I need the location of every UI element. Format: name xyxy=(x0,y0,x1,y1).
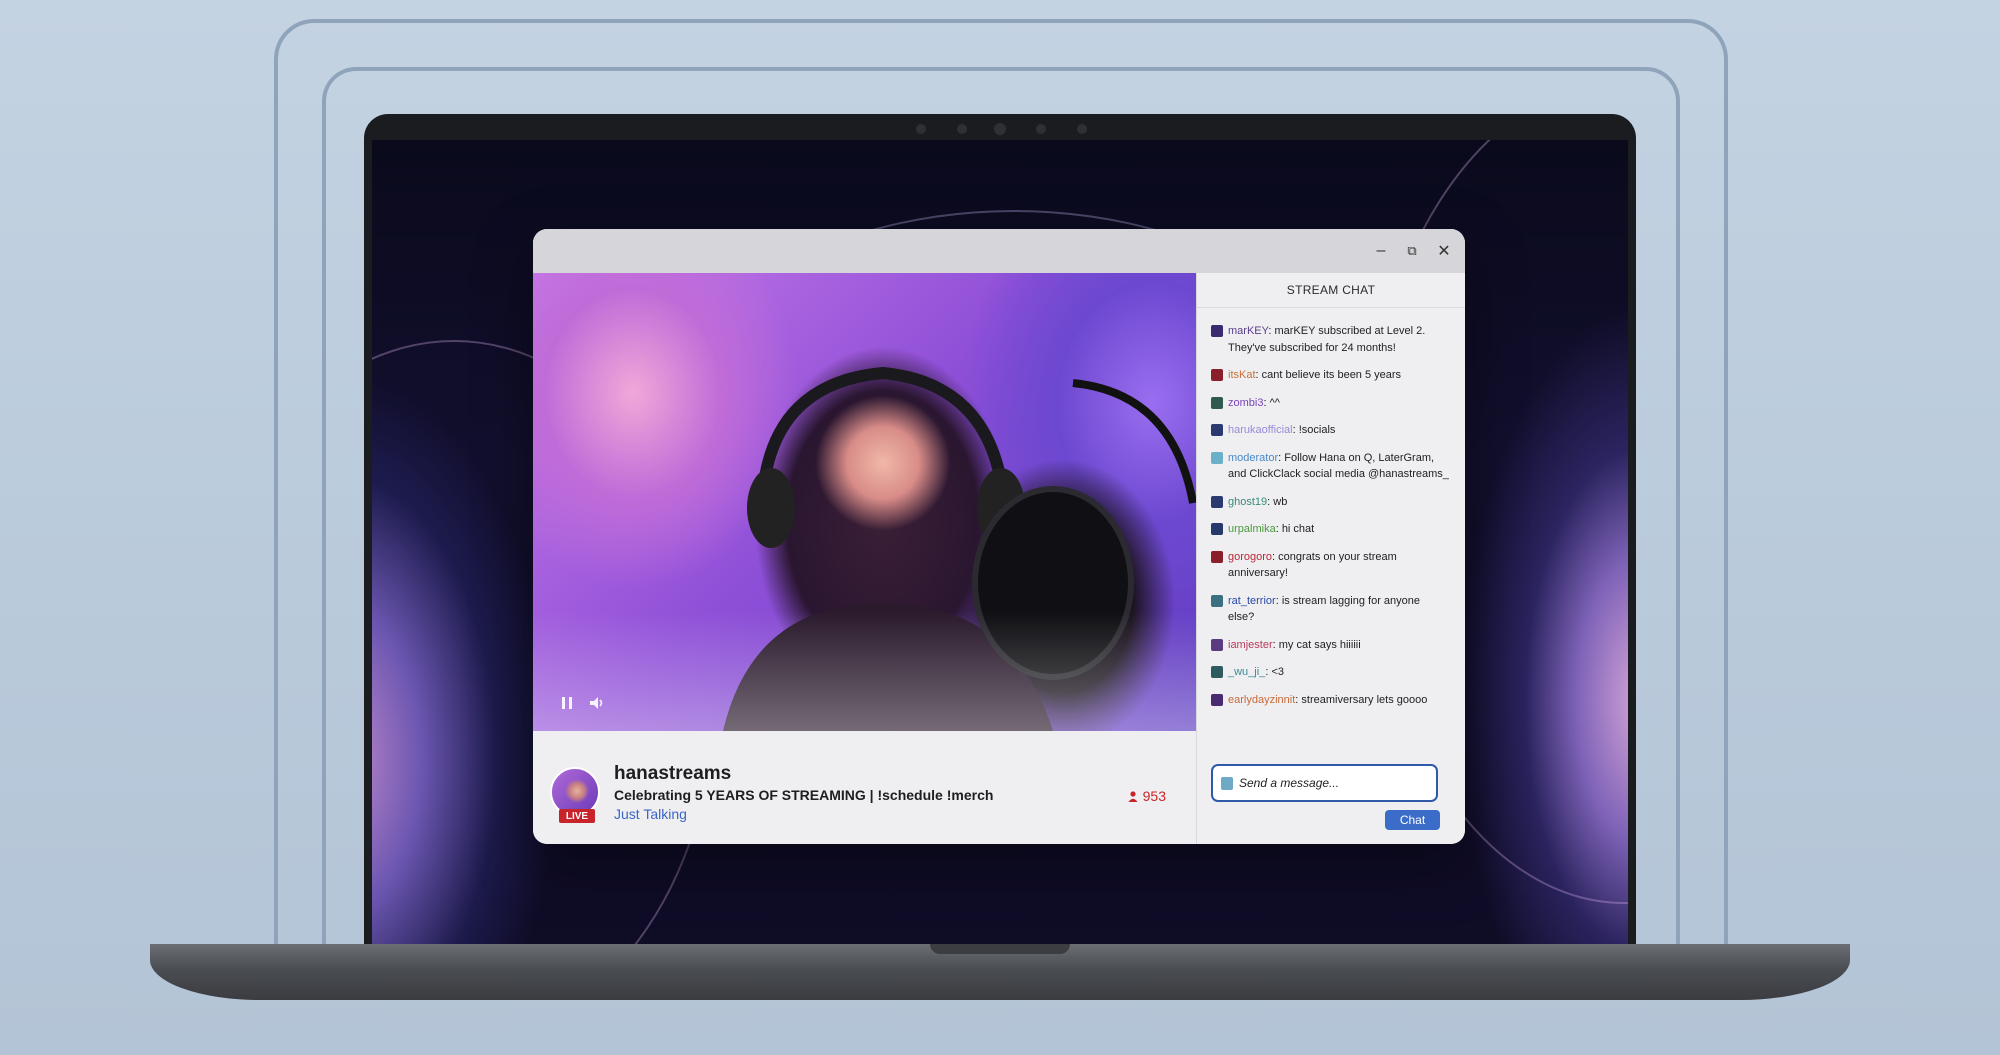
chat-message: gorogoro: congrats on your stream annive… xyxy=(1211,549,1449,582)
chat-username[interactable]: marKEY xyxy=(1228,325,1268,337)
chat-text: my cat says hiiiiii xyxy=(1278,638,1361,651)
user-badge-icon xyxy=(1211,594,1223,607)
pause-icon xyxy=(562,697,572,709)
chat-message: harukaofficial: !socials xyxy=(1211,422,1449,439)
user-badge-icon xyxy=(1211,396,1223,409)
user-badge-icon xyxy=(1211,495,1223,508)
headphones-band xyxy=(757,366,1009,494)
chat-username[interactable]: earlydayzinnit xyxy=(1228,694,1295,706)
chat-input-placeholder: Send a message... xyxy=(1239,776,1340,790)
user-badge-icon xyxy=(1211,666,1223,678)
chat-username[interactable]: _wu_ji_ xyxy=(1228,666,1265,678)
sensor-dot xyxy=(916,124,926,134)
user-badge-icon xyxy=(1211,424,1223,436)
chat-text: hi chat xyxy=(1281,523,1315,535)
video-player[interactable] xyxy=(533,273,1196,731)
chat-username[interactable]: gorogoro xyxy=(1228,551,1272,563)
chat-message: itsKat: cant believe its been 5 years xyxy=(1211,367,1449,384)
volume-button[interactable] xyxy=(585,691,609,715)
user-badge-icon xyxy=(1211,523,1223,535)
stream-category-link[interactable]: Just Talking xyxy=(614,806,687,822)
chat-text: wb xyxy=(1273,495,1288,508)
user-badge-icon xyxy=(1211,550,1223,563)
chat-message: zombi3: ^^ xyxy=(1211,395,1449,412)
chat-username[interactable]: zombi3 xyxy=(1228,397,1263,409)
restore-button[interactable]: ⧉ xyxy=(1400,239,1424,263)
user-badge-icon xyxy=(1211,451,1223,464)
stream-app-window: – ⧉ ✕ LIVE hanastreams Celebrating 5 YEA… xyxy=(533,229,1465,844)
user-badge-icon xyxy=(1211,369,1223,381)
user-badge-icon xyxy=(1211,693,1223,706)
viewer-count: 953 xyxy=(1128,788,1166,804)
chat-text: cant believe its been 5 years xyxy=(1261,369,1402,381)
chat-message: _wu_ji_: <3 xyxy=(1211,664,1449,681)
user-badge-icon xyxy=(1211,325,1223,337)
chat-message: ghost19: wb xyxy=(1211,494,1449,511)
sensor-dot xyxy=(957,124,967,134)
chat-username[interactable]: iamjester xyxy=(1228,639,1273,651)
chat-text: streamiversary lets goooo xyxy=(1301,693,1428,706)
stream-title: Celebrating 5 YEARS OF STREAMING | !sche… xyxy=(614,787,994,803)
chat-username[interactable]: urpalmika xyxy=(1228,523,1276,535)
pause-button[interactable] xyxy=(555,691,579,715)
camera-bar xyxy=(364,114,1636,140)
laptop-base xyxy=(150,944,1850,1000)
chat-panel: STREAM CHAT marKEY: marKEY subscribed at… xyxy=(1196,273,1465,844)
camera-icon xyxy=(994,123,1006,135)
chat-text: <3 xyxy=(1271,666,1284,678)
volume-icon xyxy=(590,697,603,709)
chat-message: rat_terrior: is stream lagging for anyon… xyxy=(1211,593,1449,626)
chat-username[interactable]: moderator xyxy=(1228,452,1278,464)
chat-username[interactable]: harukaofficial xyxy=(1228,424,1293,436)
chat-username[interactable]: rat_terrior xyxy=(1228,595,1276,607)
viewer-count-value: 953 xyxy=(1142,788,1166,804)
mic-arm xyxy=(1072,379,1196,504)
laptop-notch xyxy=(930,944,1070,954)
chat-username[interactable]: ghost19 xyxy=(1228,496,1267,508)
chat-send-button[interactable]: Chat xyxy=(1385,810,1440,830)
chat-message: earlydayzinnit: streamiversary lets gooo… xyxy=(1211,692,1449,709)
video-gradient xyxy=(533,611,1196,731)
minimize-button[interactable]: – xyxy=(1369,239,1393,263)
person-icon xyxy=(1128,790,1138,802)
emote-icon[interactable] xyxy=(1221,777,1233,790)
close-button[interactable]: ✕ xyxy=(1432,239,1456,263)
window-titlebar[interactable]: – ⧉ ✕ xyxy=(533,229,1465,273)
chat-message: moderator: Follow Hana on Q, LaterGram, … xyxy=(1211,450,1449,483)
chat-text: ^^ xyxy=(1269,396,1280,409)
sensor-dot xyxy=(1077,124,1087,134)
chat-header: STREAM CHAT xyxy=(1197,273,1465,308)
stream-info-bar: LIVE hanastreams Celebrating 5 YEARS OF … xyxy=(533,731,1196,844)
chat-message-input[interactable]: Send a message... xyxy=(1211,764,1438,802)
chat-text: !socials xyxy=(1298,424,1336,436)
chat-message: urpalmika: hi chat xyxy=(1211,521,1449,538)
chat-message: marKEY: marKEY subscribed at Level 2. Th… xyxy=(1211,323,1449,356)
chat-message-list[interactable]: marKEY: marKEY subscribed at Level 2. Th… xyxy=(1211,323,1449,719)
chat-message: iamjester: my cat says hiiiiii xyxy=(1211,637,1449,654)
headphone-left xyxy=(747,468,795,548)
sensor-dot xyxy=(1036,124,1046,134)
live-badge: LIVE xyxy=(559,809,595,823)
chat-username[interactable]: itsKat xyxy=(1228,369,1256,381)
user-badge-icon xyxy=(1211,638,1223,651)
streamer-name[interactable]: hanastreams xyxy=(614,763,731,785)
